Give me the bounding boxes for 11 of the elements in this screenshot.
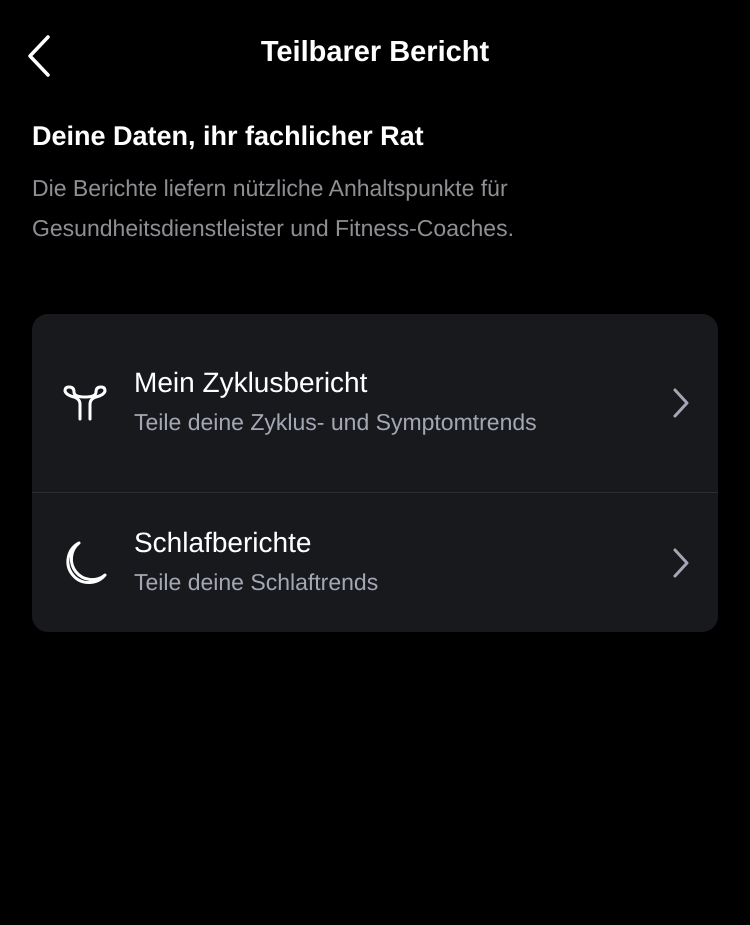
report-title: Schlafberichte <box>134 526 312 560</box>
section-heading: Deine Daten, ihr fachlicher Rat <box>32 120 425 152</box>
report-row[interactable]: Mein Zyklusbericht Teile deine Zyklus- und Symptomtrends <box>32 314 718 492</box>
screen-title: Teilbarer Bericht <box>260 34 490 70</box>
report-row[interactable]: Schlafberichte Teile deine Schlaftrends <box>32 492 718 632</box>
chevron-icon <box>672 387 690 420</box>
report-subtitle: Teile deine Zyklus- und Symptomtrends <box>134 408 538 438</box>
report-subtitle: Teile deine Schlaftrends <box>134 568 380 597</box>
chevron-icon <box>672 546 690 579</box>
report-title: Mein Zyklusbericht <box>134 366 368 400</box>
section-description: Die Berichte liefern nützliche Anhaltspunkte für Gesundheitsdienstleister und Fitness-Coaches. <box>32 174 515 244</box>
